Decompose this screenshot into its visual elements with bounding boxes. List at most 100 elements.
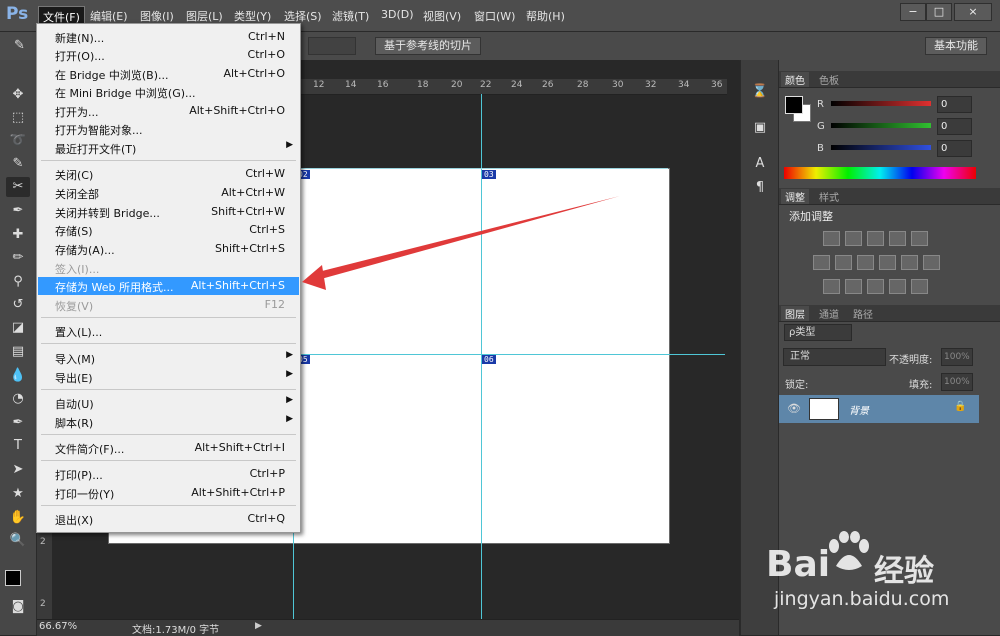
status-menu-arrow-icon[interactable]: ▶ <box>255 621 262 631</box>
quick-select-tool-icon[interactable]: ✎ <box>6 154 30 174</box>
opacity-field[interactable]: 100% <box>941 348 973 366</box>
menu-item-print[interactable]: 打印(P)... Ctrl+P <box>38 465 299 483</box>
shape-tool-icon[interactable]: ★ <box>6 484 30 504</box>
menu-window[interactable]: 窗口(W) <box>474 8 515 24</box>
tab-channels[interactable]: 通道 <box>815 306 843 321</box>
menu-item-import[interactable]: 导入(M) ▶ <box>38 349 299 367</box>
color-lookup-icon[interactable] <box>923 255 940 270</box>
selective-color-icon[interactable] <box>889 279 906 294</box>
workspace-button[interactable]: 基本功能 <box>925 37 987 55</box>
zoom-tool-icon[interactable]: 🔍 <box>6 531 30 551</box>
stamp-tool-icon[interactable]: ⚲ <box>6 272 30 292</box>
menu-edit[interactable]: 编辑(E) <box>90 8 128 24</box>
menu-item-place[interactable]: 置入(L)... <box>38 322 299 340</box>
invert-icon[interactable] <box>823 279 840 294</box>
hand-tool-icon[interactable]: ✋ <box>6 508 30 528</box>
menu-image[interactable]: 图像(I) <box>140 8 174 24</box>
character-panel-icon[interactable]: A <box>749 154 771 174</box>
foreground-color-swatch[interactable] <box>785 96 803 114</box>
move-tool-icon[interactable]: ✥ <box>6 85 30 105</box>
minimize-button[interactable]: − <box>900 3 926 21</box>
tab-adjustments[interactable]: 调整 <box>781 189 809 204</box>
type-tool-icon[interactable]: T <box>6 436 30 456</box>
green-value-field[interactable]: 0 <box>937 118 972 135</box>
green-slider[interactable] <box>831 123 931 128</box>
blue-value-field[interactable]: 0 <box>937 140 972 157</box>
menu-item-open-smart-object[interactable]: 打开为智能对象... <box>38 120 299 138</box>
slice-tag[interactable]: 06 <box>482 355 496 364</box>
style-field[interactable] <box>308 37 356 55</box>
threshold-icon[interactable] <box>867 279 884 294</box>
blur-tool-icon[interactable]: 💧 <box>6 366 30 386</box>
menu-item-scripts[interactable]: 脚本(R) ▶ <box>38 413 299 431</box>
layer-name[interactable]: 背景 <box>849 402 869 417</box>
menu-item-export[interactable]: 导出(E) ▶ <box>38 368 299 386</box>
layer-row[interactable]: 👁 背景 🔒 <box>779 395 979 423</box>
tab-color[interactable]: 颜色 <box>781 72 809 87</box>
hue-saturation-icon[interactable] <box>813 255 830 270</box>
exposure-icon[interactable] <box>889 231 906 246</box>
menu-item-close-all[interactable]: 关闭全部 Alt+Ctrl+W <box>38 184 299 202</box>
black-white-icon[interactable] <box>857 255 874 270</box>
curves-icon[interactable] <box>867 231 884 246</box>
menu-item-save-for-web[interactable]: 存储为 Web 所用格式... Alt+Shift+Ctrl+S <box>38 277 299 295</box>
layer-filter-select[interactable]: ρ类型 <box>784 324 852 341</box>
menu-help[interactable]: 帮助(H) <box>526 8 565 24</box>
eraser-tool-icon[interactable]: ◪ <box>6 318 30 338</box>
gradient-map-icon[interactable] <box>911 279 928 294</box>
menu-item-close-goto-bridge[interactable]: 关闭并转到 Bridge... Shift+Ctrl+W <box>38 203 299 221</box>
lasso-tool-icon[interactable]: ➰ <box>6 131 30 151</box>
pen-tool-icon[interactable]: ✒ <box>6 413 30 433</box>
vibrance-icon[interactable] <box>911 231 928 246</box>
quick-mask-icon[interactable]: ◙ <box>6 597 30 617</box>
gradient-tool-icon[interactable]: ▤ <box>6 342 30 362</box>
menu-item-open-as[interactable]: 打开为... Alt+Shift+Ctrl+O <box>38 102 299 120</box>
visibility-eye-icon[interactable]: 👁 <box>787 402 801 415</box>
posterize-icon[interactable] <box>845 279 862 294</box>
close-button[interactable]: × <box>954 3 992 21</box>
red-value-field[interactable]: 0 <box>937 96 972 113</box>
zoom-level[interactable]: 66.67% <box>39 621 77 632</box>
history-panel-icon[interactable]: ⌛ <box>749 82 771 102</box>
menu-item-file-info[interactable]: 文件简介(F)... Alt+Shift+Ctrl+I <box>38 439 299 457</box>
eyedropper-tool-icon[interactable]: ✒ <box>6 201 30 221</box>
slices-from-guides-button[interactable]: 基于参考线的切片 <box>375 37 481 55</box>
menu-3d[interactable]: 3D(D) <box>381 8 414 21</box>
menu-select[interactable]: 选择(S) <box>284 8 322 24</box>
photo-filter-icon[interactable] <box>879 255 896 270</box>
blend-mode-select[interactable]: 正常 <box>783 348 886 366</box>
history-brush-tool-icon[interactable]: ↺ <box>6 295 30 315</box>
brightness-icon[interactable] <box>823 231 840 246</box>
menu-layer[interactable]: 图层(L) <box>186 8 223 24</box>
dodge-tool-icon[interactable]: ◔ <box>6 389 30 409</box>
menu-type[interactable]: 类型(Y) <box>234 8 271 24</box>
channel-mixer-icon[interactable] <box>901 255 918 270</box>
tab-paths[interactable]: 路径 <box>849 306 877 321</box>
marquee-tool-icon[interactable]: ⬚ <box>6 108 30 128</box>
menu-item-new[interactable]: 新建(N)... Ctrl+N <box>38 28 299 46</box>
menu-item-recent-files[interactable]: 最近打开文件(T) ▶ <box>38 139 299 157</box>
slice-tool-icon[interactable]: ✂ <box>6 177 30 197</box>
healing-brush-tool-icon[interactable]: ✚ <box>6 225 30 245</box>
foreground-color-swatch[interactable] <box>5 570 21 586</box>
fill-field[interactable]: 100% <box>941 373 973 391</box>
tab-styles[interactable]: 样式 <box>815 189 843 204</box>
paragraph-panel-icon[interactable]: ¶ <box>749 178 771 198</box>
slice-tag[interactable]: 03 <box>482 170 496 179</box>
blue-slider[interactable] <box>831 145 931 150</box>
tab-layers[interactable]: 图层 <box>781 306 809 321</box>
menu-item-print-one-copy[interactable]: 打印一份(Y) Alt+Shift+Ctrl+P <box>38 484 299 502</box>
menu-item-open[interactable]: 打开(O)... Ctrl+O <box>38 46 299 64</box>
tab-swatches[interactable]: 色板 <box>815 72 843 87</box>
color-spectrum[interactable] <box>784 167 976 179</box>
menu-view[interactable]: 视图(V) <box>423 8 461 24</box>
menu-item-browse-bridge[interactable]: 在 Bridge 中浏览(B)... Alt+Ctrl+O <box>38 65 299 83</box>
slice-tool-icon[interactable]: ✎ <box>14 38 25 53</box>
menu-item-automate[interactable]: 自动(U) ▶ <box>38 394 299 412</box>
brush-tool-icon[interactable]: ✏ <box>6 248 30 268</box>
properties-panel-icon[interactable]: ▣ <box>749 118 771 138</box>
red-slider[interactable] <box>831 101 931 106</box>
menu-item-save[interactable]: 存储(S) Ctrl+S <box>38 221 299 239</box>
path-select-tool-icon[interactable]: ➤ <box>6 460 30 480</box>
menu-item-save-as[interactable]: 存储为(A)... Shift+Ctrl+S <box>38 240 299 258</box>
